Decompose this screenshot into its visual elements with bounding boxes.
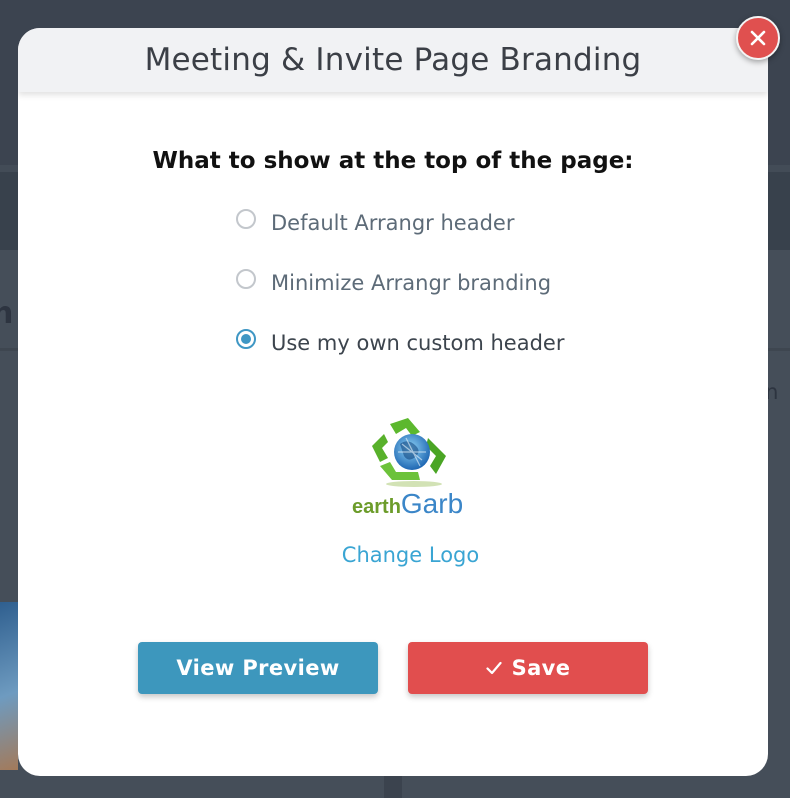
header-option-group: Default Arrangr header Minimize Arrangr … <box>236 208 564 388</box>
radio-default-header[interactable] <box>236 209 256 229</box>
option-label: Minimize Arrangr branding <box>271 271 552 295</box>
modal-header: Meeting & Invite Page Branding <box>18 28 768 92</box>
background-photo <box>0 602 18 770</box>
radio-custom-header[interactable] <box>236 329 256 349</box>
background-panel-edge <box>384 776 402 798</box>
branding-question: What to show at the top of the page: <box>152 148 634 174</box>
view-preview-button[interactable]: View Preview <box>138 642 378 694</box>
save-button[interactable]: Save <box>408 642 648 694</box>
custom-logo: earthGarb <box>350 416 470 520</box>
logo-word-garb: Garb <box>400 488 464 519</box>
close-icon <box>750 30 766 46</box>
option-label: Default Arrangr header <box>271 211 515 235</box>
background-heading-fragment: n <box>0 296 14 331</box>
close-modal-button[interactable] <box>736 16 780 60</box>
option-custom-header[interactable]: Use my own custom header <box>236 328 564 358</box>
logo-wordmark: earthGarb <box>352 488 463 520</box>
option-minimize-branding[interactable]: Minimize Arrangr branding <box>236 268 564 298</box>
radio-minimize-branding[interactable] <box>236 269 256 289</box>
change-logo-link[interactable]: Change Logo <box>18 543 768 567</box>
modal-title: Meeting & Invite Page Branding <box>144 42 642 78</box>
option-label: Use my own custom header <box>271 331 565 355</box>
option-default-header[interactable]: Default Arrangr header <box>236 208 564 238</box>
recycle-globe-icon <box>372 418 446 487</box>
save-label: Save <box>511 656 571 680</box>
branding-modal: Meeting & Invite Page Branding What to s… <box>18 28 768 776</box>
view-preview-label: View Preview <box>176 656 340 680</box>
check-icon <box>485 661 502 675</box>
logo-word-earth: earth <box>352 496 401 518</box>
